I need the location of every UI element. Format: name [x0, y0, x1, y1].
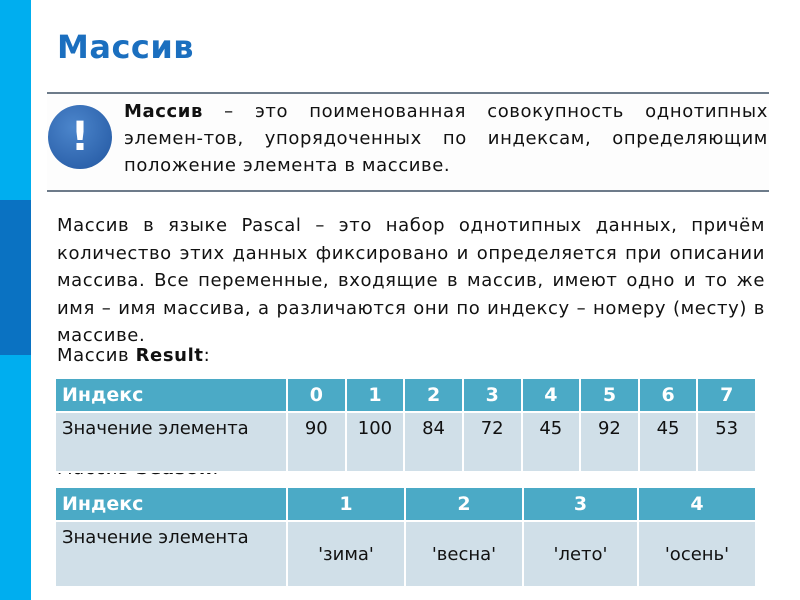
side-accent-bar-highlight — [0, 200, 31, 355]
caption-result: Массив Result: — [57, 345, 210, 366]
index-cell: 0 — [286, 377, 347, 413]
value-cell: 92 — [579, 411, 640, 473]
index-cell: 3 — [522, 486, 639, 522]
value-cell: 90 — [286, 411, 347, 473]
definition-body: – это поименованная совокупность однотип… — [124, 101, 768, 176]
index-cell: 7 — [696, 377, 757, 413]
value-cell: 'осень' — [637, 520, 757, 588]
result-array-table: Индекс 0 1 2 3 4 5 6 7 Значение элемента… — [54, 377, 757, 473]
value-cell: 53 — [696, 411, 757, 473]
value-cell: 'лето' — [522, 520, 639, 588]
index-cell: 2 — [403, 377, 464, 413]
index-cell: 4 — [637, 486, 757, 522]
value-cell: 72 — [461, 411, 523, 473]
table-row-index: Индекс 0 1 2 3 4 5 6 7 — [54, 377, 757, 413]
value-cell: 84 — [403, 411, 464, 473]
exclamation-icon: ! — [48, 105, 112, 169]
index-cell: 3 — [461, 377, 523, 413]
value-cell: 45 — [637, 411, 699, 473]
caption-result-name: Result — [135, 345, 204, 366]
table-row-values: Значение элемента 90 100 84 72 45 92 45 … — [54, 411, 757, 473]
caption-result-prefix: Массив — [57, 345, 136, 366]
table-row-index: Индекс 1 2 3 4 — [54, 486, 757, 522]
index-header-label: Индекс — [54, 377, 288, 413]
index-cell: 2 — [404, 486, 524, 522]
slide-title: Массив — [57, 28, 195, 66]
table-row-values: Значение элемента 'зима' 'весна' 'лето' … — [54, 520, 757, 588]
season-array-table: Индекс 1 2 3 4 Значение элемента 'зима' … — [54, 486, 757, 588]
index-cell: 5 — [579, 377, 640, 413]
index-cell: 1 — [344, 377, 406, 413]
definition-text: Массив – это поименованная совокупность … — [124, 98, 768, 179]
value-cell: 100 — [344, 411, 406, 473]
value-row-label: Значение элемента — [54, 520, 288, 588]
pascal-paragraph: Массив в языке Pascal – это набор одноти… — [57, 215, 765, 346]
index-header-label: Индекс — [54, 486, 288, 522]
value-row-label: Значение элемента — [54, 411, 288, 473]
value-cell: 'весна' — [404, 520, 524, 588]
caption-result-suffix: : — [203, 345, 211, 366]
index-cell: 6 — [637, 377, 699, 413]
definition-term: Массив — [124, 101, 204, 122]
value-cell: 'зима' — [286, 520, 406, 588]
index-cell: 1 — [286, 486, 406, 522]
index-cell: 4 — [520, 377, 582, 413]
value-cell: 45 — [520, 411, 582, 473]
